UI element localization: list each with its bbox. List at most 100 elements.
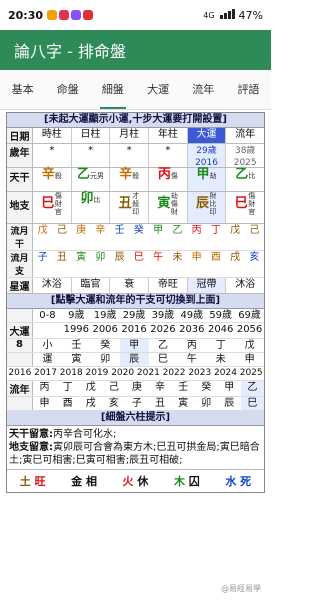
stem-cell[interactable]: 乙元男 xyxy=(72,168,111,191)
liunian-branch[interactable]: 巳 xyxy=(240,397,264,410)
liunian-stem[interactable]: 壬 xyxy=(172,381,195,396)
liunian-stem[interactable]: 丁 xyxy=(56,381,79,396)
dayun-stem[interactable]: 癸 xyxy=(91,339,120,352)
liunian-stem[interactable]: 乙 xyxy=(240,381,264,396)
branch-god: 劫傷財 xyxy=(170,192,178,216)
age-cell: 38歲 2025 xyxy=(233,146,257,168)
liunian-stem[interactable]: 甲 xyxy=(218,381,241,396)
month-stem[interactable]: 乙 xyxy=(168,224,187,250)
dayun-branch[interactable]: 辰 xyxy=(119,353,149,366)
liunian-branch[interactable]: 子 xyxy=(125,397,148,410)
branch-cell[interactable]: 寅劫傷財 xyxy=(149,192,188,223)
month-branch[interactable]: 寅 xyxy=(72,251,91,277)
stem-cell[interactable]: 甲劫 xyxy=(187,168,227,191)
dayun-branch[interactable]: 午 xyxy=(177,353,206,366)
liunian-branch[interactable]: 寅 xyxy=(172,397,195,410)
liunian-branch[interactable]: 酉 xyxy=(56,397,79,410)
tab-dayun[interactable]: 大運 xyxy=(136,70,181,109)
liunian-branch[interactable]: 丑 xyxy=(148,397,171,410)
tab-chart[interactable]: 命盤 xyxy=(45,70,90,109)
liunian-branch[interactable]: 亥 xyxy=(102,397,125,410)
month-branch[interactable]: 亥 xyxy=(245,251,264,277)
month-stem[interactable]: 壬 xyxy=(110,224,129,250)
dayun-age: 69歲 xyxy=(238,310,261,321)
branch-cell[interactable]: 卯比 xyxy=(72,192,111,223)
dayun-stem[interactable]: 小 xyxy=(33,339,62,352)
element-strength-row: 土 旺 金 相 火 休 木 囚 水 死 xyxy=(7,469,264,492)
flow-month-stem-row: 流月干 戊 己 庚 辛 壬 癸 甲 乙 丙 丁 戊 己 xyxy=(7,224,264,251)
dayun-stem[interactable]: 乙 xyxy=(149,339,178,352)
month-branch[interactable]: 申 xyxy=(187,251,206,277)
branch-cell[interactable]: 巳傷財官 xyxy=(33,192,72,223)
liunian-branch[interactable]: 辰 xyxy=(218,397,241,410)
liunian-stem[interactable]: 丙 xyxy=(33,381,56,396)
stem-cell[interactable]: 乙比 xyxy=(226,168,264,191)
dayun-branch[interactable]: 寅 xyxy=(62,353,91,366)
branch-god: 才殺印 xyxy=(132,192,140,216)
month-branch[interactable]: 丑 xyxy=(52,251,71,277)
dayun-branch[interactable]: 未 xyxy=(206,353,235,366)
month-stem[interactable]: 丁 xyxy=(206,224,225,250)
tab-comment[interactable]: 評語 xyxy=(226,70,271,109)
stem-char: 辛 xyxy=(119,167,133,182)
heaven-tip-text: 丙辛合可化水; xyxy=(53,429,117,440)
stem-god: 元男 xyxy=(90,172,105,180)
month-branch[interactable]: 戌 xyxy=(226,251,245,277)
liunian-year: 2022 xyxy=(162,368,186,378)
tab-bar: 基本 命盤 細盤 大運 流年 評語 xyxy=(0,70,271,110)
dayun-branch[interactable]: 卯 xyxy=(91,353,120,366)
month-stem[interactable]: 癸 xyxy=(129,224,148,250)
dayun-branch[interactable]: 申 xyxy=(235,353,264,366)
liunian-stem[interactable]: 戊 xyxy=(79,381,102,396)
month-stem[interactable]: 己 xyxy=(245,224,264,250)
month-stem[interactable]: 庚 xyxy=(72,224,91,250)
dayun-stem[interactable]: 丁 xyxy=(206,339,235,352)
tab-detail[interactable]: 細盤 xyxy=(90,70,135,109)
liunian-branch[interactable]: 戌 xyxy=(79,397,102,410)
month-stem[interactable]: 己 xyxy=(52,224,71,250)
dayun-branch[interactable]: 運 xyxy=(33,353,62,366)
month-stem[interactable]: 丙 xyxy=(187,224,206,250)
month-stem[interactable]: 戊 xyxy=(33,224,52,250)
notice-header: [未起大運顯示小運,十步大運要打開設置] xyxy=(7,113,264,128)
liunian-branch[interactable]: 卯 xyxy=(195,397,218,410)
month-branch[interactable]: 午 xyxy=(149,251,168,277)
stem-cell[interactable]: 辛殺 xyxy=(33,168,72,191)
liunian-stem[interactable]: 癸 xyxy=(195,381,218,396)
liunian-stem[interactable]: 己 xyxy=(102,381,125,396)
month-stem[interactable]: 辛 xyxy=(91,224,110,250)
month-branch[interactable]: 酉 xyxy=(206,251,225,277)
branch-cell[interactable]: 辰財比印 xyxy=(187,192,227,223)
dayun-age-row: 0-8 9歲 19歲 29歲 39歲 49歲 59歲 69歲 xyxy=(7,309,264,323)
element-earth: 土 旺 xyxy=(19,475,46,488)
dayun-age: 59歲 xyxy=(209,310,233,321)
dayun-branch[interactable]: 巳 xyxy=(149,353,178,366)
dayun-stem[interactable]: 丙 xyxy=(177,339,206,352)
month-stem[interactable]: 戊 xyxy=(226,224,245,250)
dayun-year: 2006 xyxy=(92,324,118,335)
stem-cell[interactable]: 辛殺 xyxy=(110,167,150,191)
month-branch[interactable]: 巳 xyxy=(129,251,148,277)
month-branch[interactable]: 辰 xyxy=(110,251,129,277)
tab-liunian[interactable]: 流年 xyxy=(181,70,226,109)
dayun-stem[interactable]: 壬 xyxy=(62,339,91,352)
detail-chart: [未起大運顯示小運,十步大運要打開設置] 日期 時柱 日柱 月柱 年柱 大運 流… xyxy=(6,112,265,493)
dayun-age: 39歲 xyxy=(151,310,175,321)
liunian-label: 流年 xyxy=(7,381,33,396)
month-branch[interactable]: 未 xyxy=(168,251,187,277)
liunian-stem[interactable]: 庚 xyxy=(125,381,148,396)
branch-cell[interactable]: 丑才殺印 xyxy=(110,192,150,223)
month-stem[interactable]: 甲 xyxy=(149,224,168,250)
tab-basic[interactable]: 基本 xyxy=(0,70,45,109)
star-cell: 沐浴 xyxy=(235,279,256,290)
liunian-stem[interactable]: 辛 xyxy=(148,381,171,396)
dayun-stem[interactable]: 戊 xyxy=(235,339,264,352)
stem-cell[interactable]: 丙傷 xyxy=(149,168,188,191)
liunian-branch[interactable]: 申 xyxy=(33,397,56,410)
branch-cell[interactable]: 巳傷財官 xyxy=(226,192,264,223)
month-branch[interactable]: 子 xyxy=(33,251,52,277)
dayun-age: 9歲 xyxy=(68,310,85,321)
branch-char: 巳 xyxy=(41,196,55,211)
month-branch[interactable]: 卯 xyxy=(91,251,110,277)
dayun-stem[interactable]: 甲 xyxy=(119,339,149,352)
